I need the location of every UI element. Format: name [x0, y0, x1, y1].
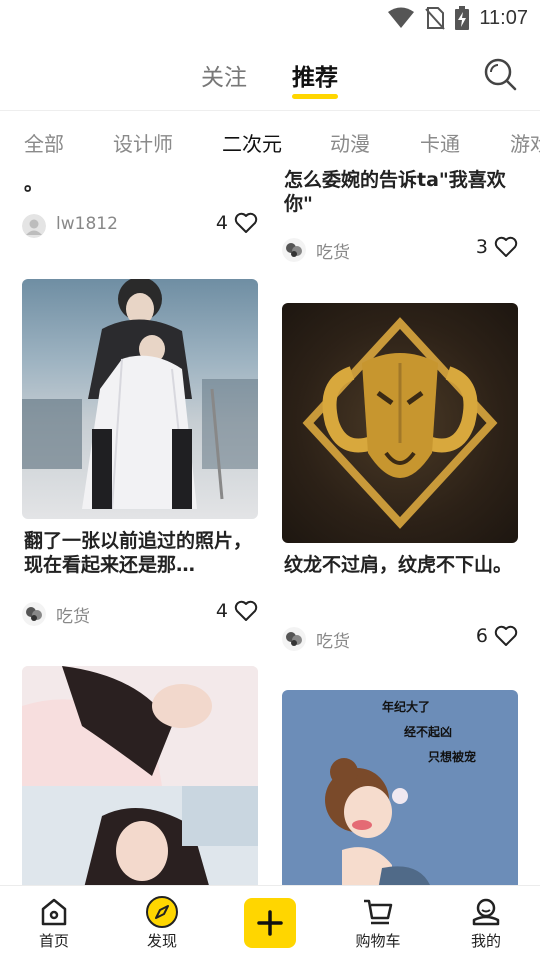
like-count: 3: [475, 236, 488, 258]
avatar[interactable]: [22, 602, 46, 626]
status-bar: 11:07: [0, 0, 540, 36]
tab-recommend[interactable]: 推荐: [292, 58, 338, 92]
category-cartoon[interactable]: 卡通: [420, 128, 460, 157]
card-title: 翻了一张以前追过的照片，现在看起来还是那…: [24, 530, 253, 576]
category-tabs: 全部 设计师 二次元 动漫 卡通 游戏: [0, 128, 540, 160]
search-icon[interactable]: [482, 56, 518, 92]
home-icon: [41, 898, 67, 926]
category-anime-2d[interactable]: 二次元: [222, 128, 282, 157]
like-control[interactable]: 6: [476, 625, 518, 647]
like-control[interactable]: 4: [216, 212, 258, 234]
add-post-button[interactable]: [244, 898, 296, 948]
card-image[interactable]: 年纪大了 经不起凶 只想被宠: [282, 690, 518, 885]
category-designer[interactable]: 设计师: [113, 128, 173, 157]
bottom-nav: 首页 发现 购物车 我的: [0, 885, 540, 960]
status-time: 11:07: [479, 6, 528, 29]
card-image[interactable]: [282, 303, 518, 543]
cart-icon: [364, 899, 393, 925]
nav-cart[interactable]: 购物车: [338, 896, 418, 951]
default-avatar-icon: [22, 214, 46, 238]
heart-icon[interactable]: [494, 236, 518, 258]
top-tabs: 关注 推荐: [0, 52, 540, 110]
username[interactable]: 吃货: [316, 238, 350, 263]
avatar[interactable]: [282, 238, 306, 262]
no-sim-icon: [425, 7, 446, 30]
status-icons: 11:07: [387, 6, 528, 30]
cartoon-avatar-icon: [282, 627, 306, 651]
plus-icon: [257, 910, 283, 936]
header-divider: [0, 110, 540, 111]
like-count: 6: [475, 625, 488, 647]
active-tab-indicator: [292, 94, 338, 99]
like-control[interactable]: 3: [476, 236, 518, 258]
card-meta: 吃货 6: [282, 625, 518, 653]
username[interactable]: 吃货: [56, 602, 90, 627]
card-image[interactable]: [22, 279, 258, 519]
card-meta: lw1812 4: [22, 212, 258, 240]
card-image[interactable]: [22, 666, 258, 885]
wifi-icon: [388, 7, 415, 28]
nav-home[interactable]: 首页: [14, 896, 94, 951]
category-animation[interactable]: 动漫: [330, 128, 370, 157]
avatar[interactable]: [282, 627, 306, 651]
profile-icon: [472, 898, 500, 926]
card-title: 。: [24, 173, 44, 195]
category-all[interactable]: 全部: [24, 128, 64, 157]
tab-follow[interactable]: 关注: [201, 58, 247, 92]
username[interactable]: lw1812: [56, 214, 118, 234]
card-title: 纹龙不过肩，纹虎不下山。: [284, 554, 513, 576]
cartoon-avatar-icon: [22, 602, 46, 626]
feed: 。 lw1812 4 翻了一张以前追过的照片，现在看起来还是那… 吃货 4 怎么…: [0, 160, 540, 885]
card-title: 怎么委婉的告诉ta"我喜欢你": [284, 169, 506, 215]
like-count: 4: [215, 600, 228, 622]
photo-couple-image: [22, 279, 258, 510]
card-meta: 吃货 3: [282, 236, 518, 264]
image-caption-line: 经不起凶: [404, 725, 453, 739]
cartoon-girl-image: [325, 758, 430, 885]
photo-girl-image: [22, 666, 258, 885]
username[interactable]: 吃货: [316, 627, 350, 652]
card-meta: 吃货 4: [22, 600, 258, 628]
battery-charging-icon: [455, 6, 470, 30]
avatar[interactable]: [22, 214, 46, 238]
like-control[interactable]: 4: [216, 600, 258, 622]
nav-discover[interactable]: 发现: [122, 896, 202, 951]
nav-cart-label: 购物车: [355, 932, 401, 950]
heart-icon[interactable]: [234, 212, 258, 234]
heart-icon[interactable]: [234, 600, 258, 622]
ram-emblem-image: [302, 317, 498, 529]
nav-discover-label: 发现: [146, 932, 177, 950]
compass-icon: [146, 896, 178, 928]
heart-icon[interactable]: [494, 625, 518, 647]
category-games[interactable]: 游戏: [510, 128, 540, 157]
nav-profile[interactable]: 我的: [446, 896, 526, 951]
nav-home-label: 首页: [38, 932, 69, 950]
cartoon-avatar-icon: [282, 238, 306, 262]
nav-profile-label: 我的: [470, 932, 501, 950]
image-caption-line: 年纪大了: [382, 700, 431, 714]
like-count: 4: [215, 212, 228, 234]
image-caption-line: 只想被宠: [428, 750, 477, 764]
